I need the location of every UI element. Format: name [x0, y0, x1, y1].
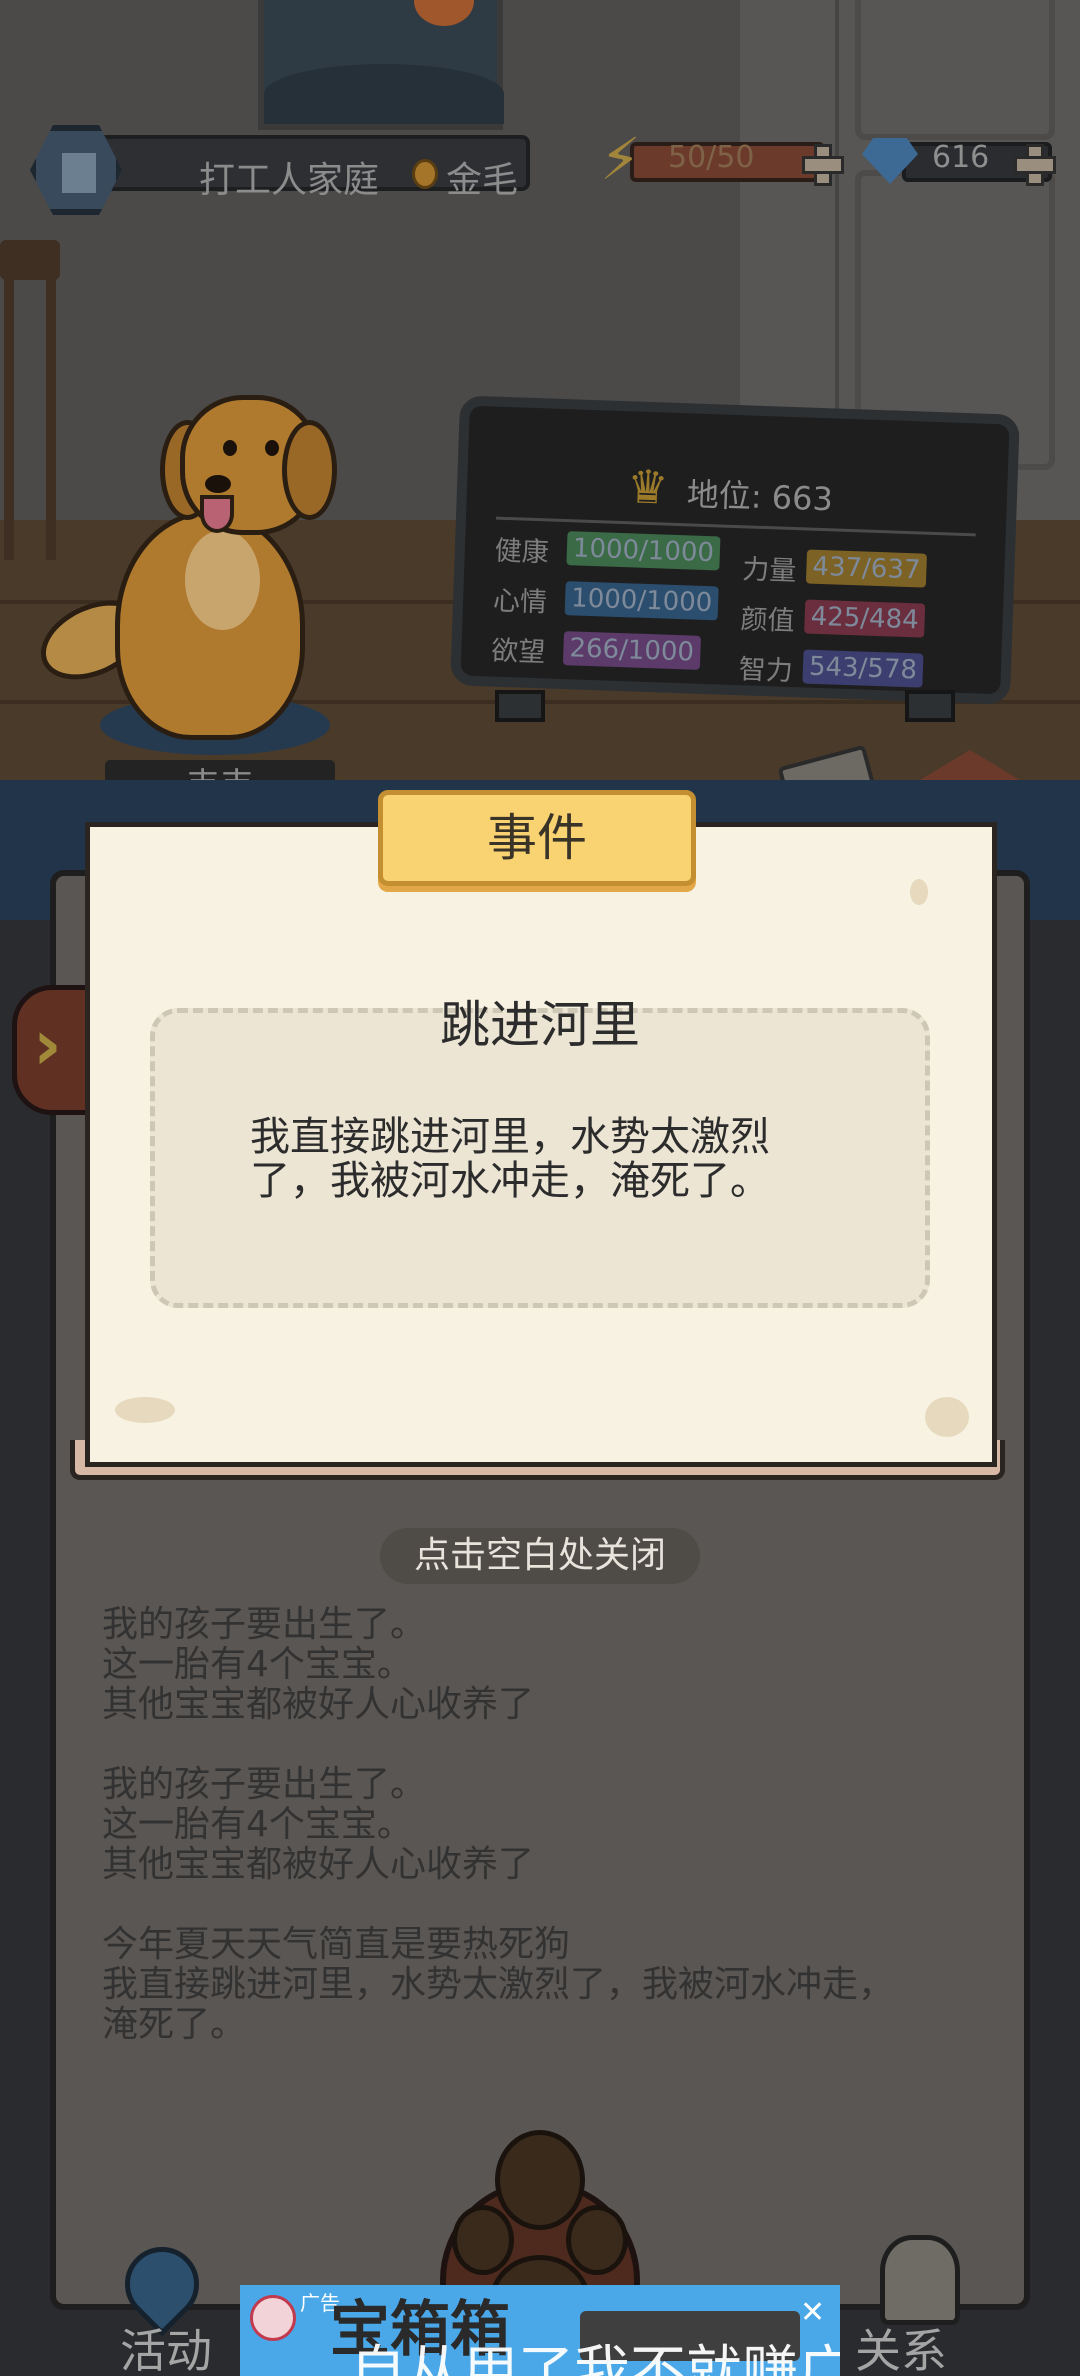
sun-icon [414, 0, 474, 26]
log-line: 我直接跳进河里，水势太激烈了，我被河水冲走， [102, 1964, 895, 2005]
nav-relationship[interactable]: 关系 [840, 2235, 1040, 2376]
event-body-line: 了，我被河水冲走，淹死了。 [250, 1158, 770, 1204]
stat-value-health: 1000/1000 [566, 531, 721, 571]
log-line: 其他宝宝都被好人心收养了 [102, 1684, 535, 1725]
dog-nose [205, 475, 231, 493]
energy-counter: ⚡ 50/50 [600, 130, 845, 190]
log-line: 淹死了。 [102, 2004, 247, 2045]
stat-value-looks: 425/484 [804, 599, 926, 638]
status-value: 地位: 663 [686, 475, 834, 519]
board-leg [905, 690, 955, 722]
event-body: 我直接跳进河里，水势太激烈 了，我被河水冲走，淹死了。 [250, 1115, 850, 1203]
close-hint[interactable]: 点击空白处关闭 [380, 1528, 700, 1584]
breed-name: 金毛 [446, 160, 519, 201]
stat-label-health: 健康 [494, 535, 550, 569]
ad-banner[interactable]: 广告 宝箱箱 自从用了我不就赚广告 ✕ [240, 2285, 840, 2376]
ad-close-icon[interactable]: ✕ [800, 2295, 825, 2330]
dog-character[interactable] [28, 395, 340, 755]
dog-chest [185, 530, 260, 630]
family-tag-bar: 打工人家庭 金毛 [90, 135, 530, 201]
event-ribbon-title: 事件 [378, 790, 696, 886]
stats-board-frame: ♛ 地位: 663 健康 1000/1000 心情 1000/1000 欲望 2… [450, 395, 1020, 705]
dog-ear-right [282, 420, 337, 520]
life-log: 我的孩子要出生了。 这一胎有4个宝宝。 其他宝宝都被好人心收养了 我的孩子要出生… [102, 1605, 982, 2045]
add-gems-button[interactable] [1012, 142, 1056, 186]
log-line: 其他宝宝都被好人心收养了 [102, 1844, 535, 1885]
gem-value: 616 [932, 140, 990, 175]
ad-logo-icon [250, 2295, 296, 2341]
stat-value-intelligence: 543/578 [802, 649, 924, 688]
nav-relationship-label: 关系 [855, 2324, 947, 2376]
medal-icon [412, 159, 438, 189]
dog-tongue [200, 495, 234, 533]
stat-label-desire: 欲望 [490, 635, 546, 669]
log-line: 这一胎有4个宝宝。 [102, 1804, 413, 1845]
board-leg [495, 690, 545, 722]
add-energy-button[interactable] [800, 142, 844, 186]
crown-icon: ♛ [626, 459, 670, 515]
stats-board: ♛ 地位: 663 健康 1000/1000 心情 1000/1000 欲望 2… [450, 395, 1020, 735]
log-line: 我的孩子要出生了。 [102, 1764, 427, 1805]
stat-value-desire: 266/1000 [562, 631, 701, 670]
event-body-line: 我直接跳进河里，水势太激烈 [250, 1114, 770, 1160]
log-line: 今年夏天天气简直是要热死狗 [102, 1924, 571, 1965]
dog-eye [265, 440, 279, 456]
stat-label-strength: 力量 [741, 554, 797, 588]
paw-icon [495, 2130, 585, 2230]
dog-eye [223, 440, 237, 456]
lightning-icon: ⚡ [600, 125, 641, 193]
log-line: 这一胎有4个宝宝。 [102, 1644, 413, 1685]
ad-subtitle: 自从用了我不就赚广告 [350, 2340, 840, 2376]
stat-value-mood: 1000/1000 [564, 581, 719, 621]
stat-value-strength: 437/637 [805, 549, 928, 588]
nav-activity[interactable]: 活动 [95, 2231, 255, 2376]
gem-counter: 616 [862, 130, 1080, 190]
family-name: 打工人家庭 [199, 160, 380, 201]
log-line: 我的孩子要出生了。 [102, 1604, 427, 1645]
stat-label-mood: 心情 [492, 585, 548, 619]
energy-value: 50/50 [668, 140, 755, 175]
handshake-icon [880, 2235, 960, 2325]
stat-label-looks: 颜值 [740, 604, 796, 638]
nav-activity-label: 活动 [120, 2324, 212, 2376]
door-panel-top [855, 0, 1055, 140]
event-title: 跳进河里 [440, 996, 640, 1054]
stat-label-intelligence: 智力 [738, 654, 794, 688]
wall-poster [258, 0, 504, 130]
family-tag[interactable]: 打工人家庭 金毛 [30, 125, 530, 215]
hill [264, 64, 504, 124]
